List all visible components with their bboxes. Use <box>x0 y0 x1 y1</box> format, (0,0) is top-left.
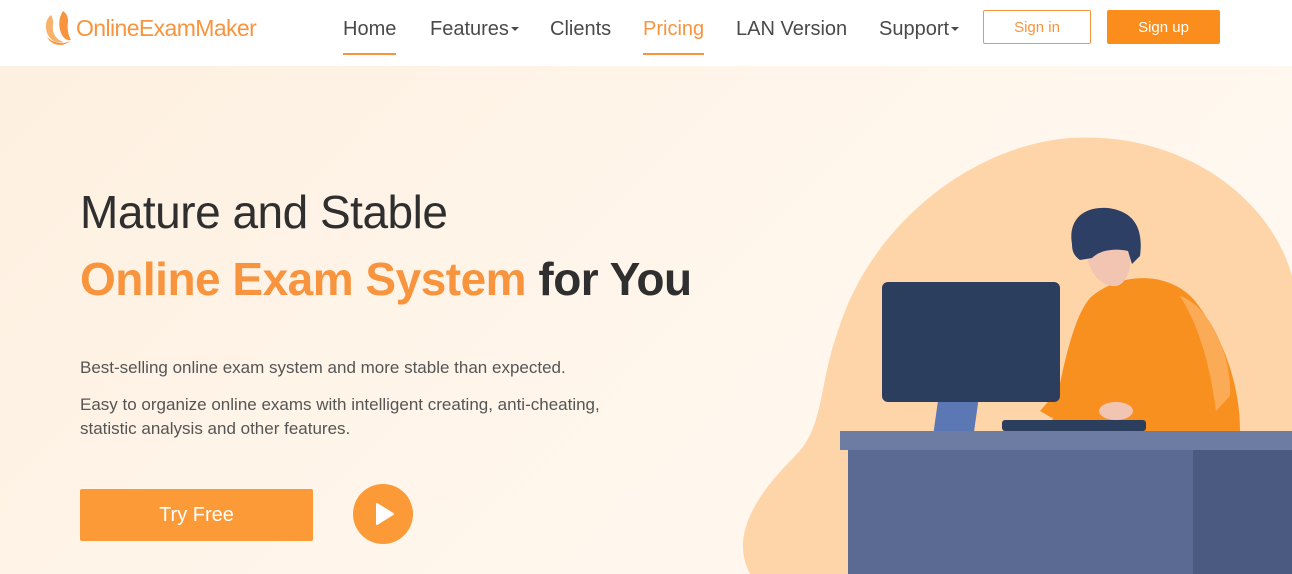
hero-illustration <box>742 137 1292 574</box>
hero-title-line1: Mature and Stable <box>80 186 448 238</box>
top-navbar: OnlineExamMaker Home Features Clients Pr… <box>0 0 1292 66</box>
hero-description-1: Best-selling online exam system and more… <box>80 358 566 377</box>
nav-pricing[interactable]: Pricing <box>643 17 705 55</box>
sign-up-button[interactable]: Sign up <box>1107 10 1220 44</box>
hero-description-2: Easy to organize online exams with intel… <box>80 395 600 438</box>
nav-support[interactable]: Support <box>879 17 960 53</box>
hero-title-line2: Online Exam System for You <box>80 251 692 307</box>
sign-in-button[interactable]: Sign in <box>983 10 1091 44</box>
try-free-button[interactable]: Try Free <box>80 489 313 541</box>
desk <box>840 431 1292 574</box>
play-video-button[interactable] <box>353 484 413 544</box>
nav-home[interactable]: Home <box>343 17 397 55</box>
chevron-down-icon <box>510 26 519 31</box>
chevron-down-icon <box>951 26 960 31</box>
nav-support-label: Support <box>879 18 950 40</box>
hero-title-accent: Online Exam System <box>80 253 527 305</box>
brand-name: OnlineExamMaker <box>76 14 257 41</box>
nav-features[interactable]: Features <box>430 17 519 53</box>
nav-lan-version[interactable]: LAN Version <box>736 17 847 53</box>
hero-title-suffix: for You <box>526 253 692 305</box>
nav-clients[interactable]: Clients <box>550 17 611 53</box>
play-icon <box>376 503 394 525</box>
brand-logo[interactable]: OnlineExamMaker <box>42 9 257 47</box>
logo-icon <box>45 11 71 45</box>
nav-features-label: Features <box>430 18 509 40</box>
